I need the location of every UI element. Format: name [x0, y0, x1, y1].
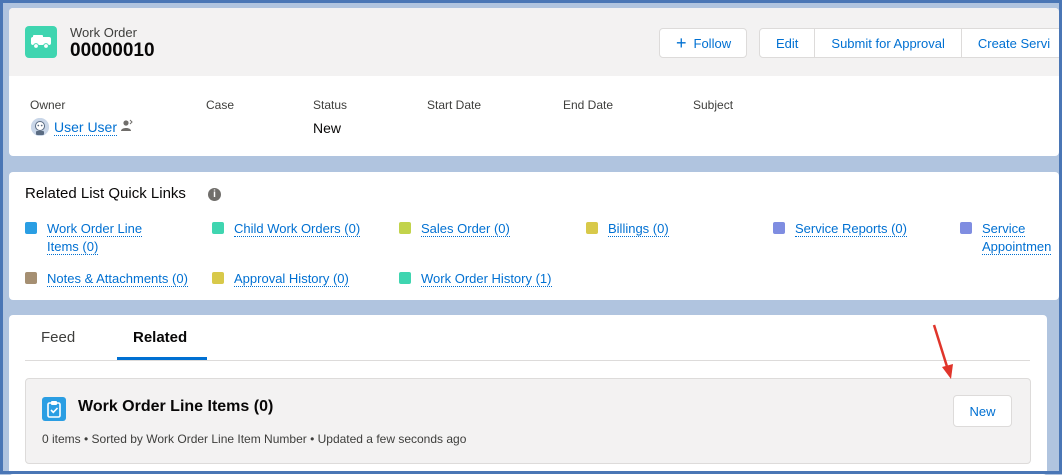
- status-value: New: [313, 120, 342, 136]
- header-highlight-panel: Work Order 00000010 + Follow Edit Submit…: [9, 8, 1059, 76]
- clipboard-icon: [42, 397, 66, 421]
- quick-link-child-work-orders[interactable]: Child Work Orders (0): [212, 220, 361, 238]
- tabset-card: Feed Related Work Order Line Items (0) 0…: [9, 315, 1047, 475]
- follow-button[interactable]: + Follow: [659, 28, 748, 58]
- related-list-work-order-line-items: Work Order Line Items (0) 0 items • Sort…: [25, 378, 1031, 464]
- quick-link-service-appointments[interactable]: Service Appointmen: [960, 220, 1052, 256]
- tab-divider: [25, 360, 1030, 361]
- edit-button[interactable]: Edit: [759, 28, 816, 58]
- document-icon: [399, 222, 411, 234]
- quick-link-work-order-line-items[interactable]: Work Order Line Items (0): [25, 220, 143, 256]
- quick-link-work-order-history[interactable]: Work Order History (1): [399, 270, 552, 288]
- record-name: 00000010: [70, 40, 155, 61]
- start-date-label: Start Date: [427, 98, 482, 112]
- owner-label: Owner: [30, 98, 66, 112]
- owner-link[interactable]: User User: [54, 119, 118, 136]
- truck-icon: [212, 222, 224, 234]
- billing-icon: [586, 222, 598, 234]
- create-service-button[interactable]: Create Servi: [961, 28, 1059, 58]
- quick-link-notes-attachments[interactable]: Notes & Attachments (0): [25, 270, 188, 288]
- attachment-icon: [25, 272, 37, 284]
- end-date-label: End Date: [563, 98, 614, 112]
- action-button-group: Edit Submit for Approval Create Servi: [759, 28, 1059, 58]
- clipboard-icon: [25, 222, 37, 234]
- new-button[interactable]: New: [953, 395, 1012, 427]
- case-label: Case: [206, 98, 235, 112]
- record-type-label: Work Order: [70, 25, 137, 40]
- tab-feed[interactable]: Feed: [41, 329, 75, 346]
- info-icon[interactable]: i: [208, 188, 221, 201]
- change-owner-icon[interactable]: [120, 119, 133, 135]
- truck-icon: [399, 272, 411, 284]
- tab-related[interactable]: Related: [133, 329, 187, 346]
- status-label: Status: [313, 98, 348, 112]
- avatar: [31, 118, 49, 136]
- related-list-meta: 0 items • Sorted by Work Order Line Item…: [42, 432, 467, 446]
- quick-links-title: Related List Quick Links: [25, 185, 186, 202]
- calendar-icon: [960, 222, 972, 234]
- related-list-title[interactable]: Work Order Line Items (0): [78, 398, 273, 416]
- annotation-arrow-icon: [932, 324, 953, 379]
- record-header: Work Order 00000010 + Follow Edit Submit…: [9, 8, 1059, 156]
- related-list-quick-links: Related List Quick Links i Work Order Li…: [9, 172, 1059, 300]
- subject-label: Subject: [693, 98, 734, 112]
- quick-link-billings[interactable]: Billings (0): [586, 220, 669, 238]
- follow-button-label: Follow: [693, 35, 732, 51]
- quick-link-approval-history[interactable]: Approval History (0): [212, 270, 349, 288]
- plus-icon: +: [676, 33, 687, 53]
- quick-link-service-reports[interactable]: Service Reports (0): [773, 220, 907, 238]
- approval-icon: [212, 272, 224, 284]
- quick-link-sales-order[interactable]: Sales Order (0): [399, 220, 510, 238]
- truck-icon: [25, 26, 57, 58]
- report-icon: [773, 222, 785, 234]
- submit-for-approval-button[interactable]: Submit for Approval: [815, 28, 962, 58]
